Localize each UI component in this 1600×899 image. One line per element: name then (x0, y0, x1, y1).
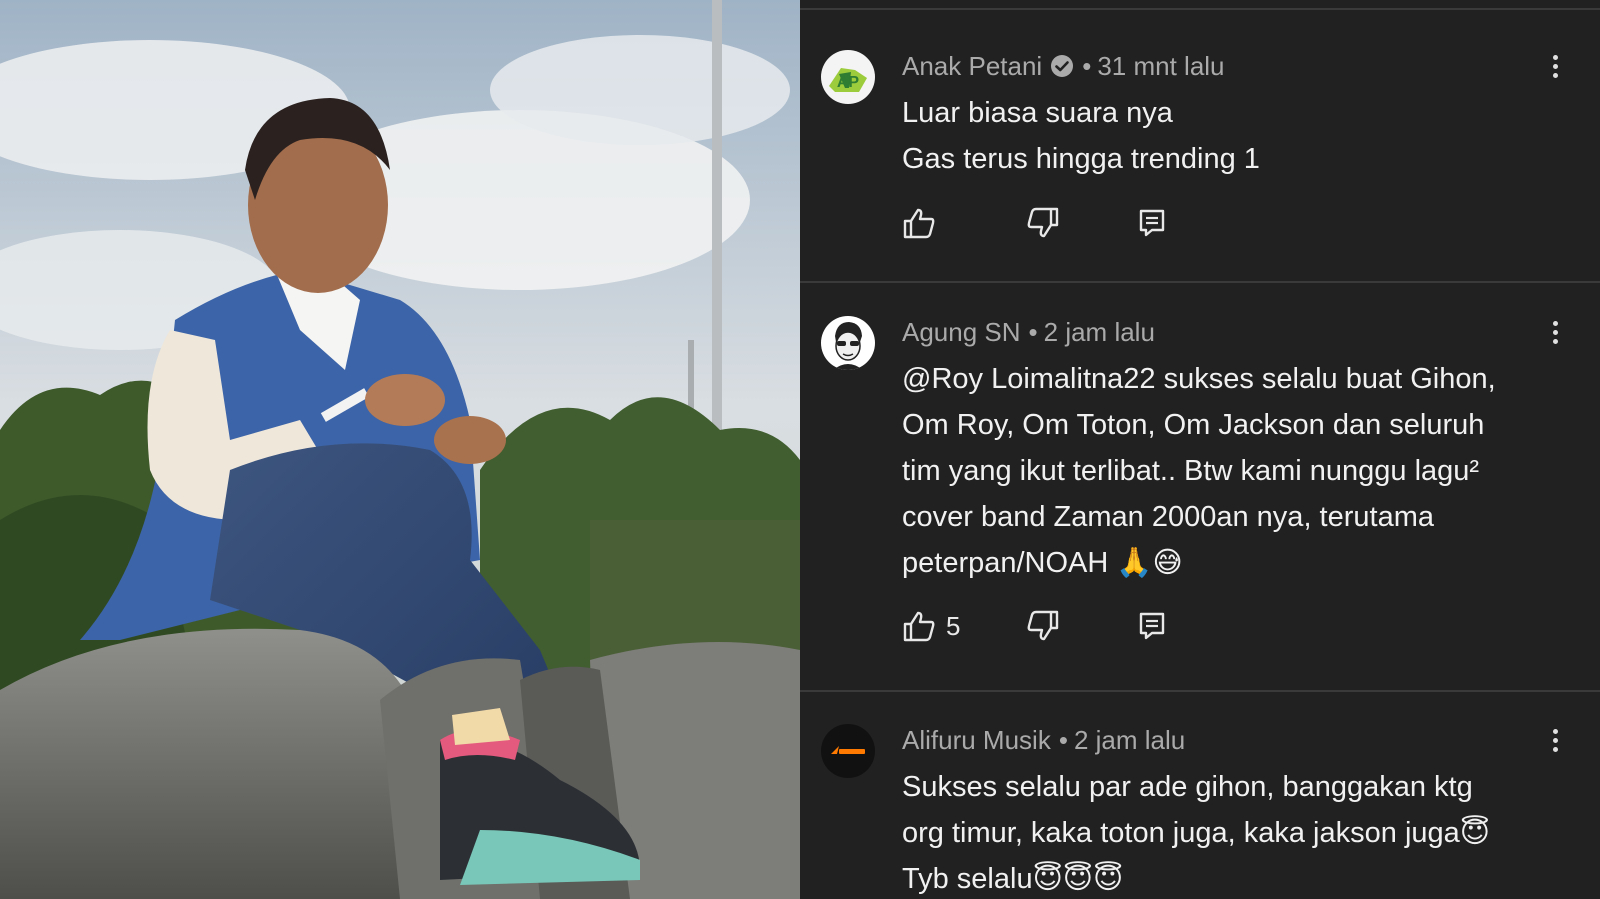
author-name[interactable]: Alifuru Musik (902, 725, 1051, 756)
comment-item: AP Anak Petani • 31 mnt lalu Luar biasa … (800, 40, 1600, 280)
comment-actions (902, 205, 1302, 241)
dislike-button[interactable] (1026, 608, 1060, 644)
like-count: 5 (946, 610, 961, 641)
thumbs-down-icon (1027, 610, 1059, 641)
comment-line: tim yang ikut terlibat.. Btw kami nunggu… (902, 455, 1480, 487)
timestamp[interactable]: 2 jam lalu (1044, 317, 1155, 348)
reply-icon (1139, 209, 1165, 237)
timestamp[interactable]: 31 mnt lalu (1097, 51, 1224, 82)
more-vert-icon[interactable] (1548, 318, 1562, 350)
author-name[interactable]: Agung SN (902, 317, 1021, 348)
separator-dot: • (1028, 316, 1038, 347)
video-still-image (0, 0, 800, 899)
more-vert-icon[interactable] (1548, 52, 1562, 84)
video-frame[interactable] (0, 0, 800, 899)
like-button[interactable] (902, 205, 946, 241)
avatar[interactable] (821, 316, 875, 370)
svg-text:AP: AP (837, 74, 860, 91)
comment-text: Luar biasa suara nya Gas terus hingga tr… (902, 90, 1552, 182)
reply-icon (1139, 612, 1165, 640)
avatar-alifuru-musik-icon (821, 724, 875, 778)
avatar-agung-sn-icon (821, 316, 875, 370)
comment-line: Sukses selalu par ade gihon, banggakan k… (902, 771, 1473, 803)
comment-line: Luar biasa suara nya (902, 97, 1173, 129)
comment-item: Alifuru Musik • 2 jam lalu Sukses selalu… (800, 714, 1600, 899)
separator-dot: • (1082, 50, 1092, 81)
author-name[interactable]: Anak Petani (902, 51, 1042, 82)
reply-button[interactable] (1138, 608, 1166, 644)
thumbs-up-icon (903, 611, 935, 642)
comment-line: Gas terus hingga trending 1 (902, 143, 1260, 175)
comment-line: Tyb selalu😇😇😇 (902, 863, 1124, 895)
thumbs-up-icon (903, 208, 935, 239)
reply-button[interactable] (1138, 205, 1166, 241)
dislike-button[interactable] (1026, 205, 1060, 241)
avatar[interactable] (821, 724, 875, 778)
avatar[interactable]: AP (821, 50, 875, 104)
like-button[interactable]: 5 (902, 608, 960, 644)
timestamp[interactable]: 2 jam lalu (1074, 725, 1185, 756)
comment-divider (800, 281, 1600, 283)
comments-panel: AP Anak Petani • 31 mnt lalu Luar biasa … (800, 0, 1600, 899)
avatar-anak-petani-icon: AP (821, 50, 875, 104)
separator-dot: • (1058, 724, 1068, 755)
more-vert-icon[interactable] (1548, 726, 1562, 758)
top-divider (800, 8, 1600, 10)
comment-line: Om Roy, Om Toton, Om Jackson dan seluruh (902, 409, 1485, 441)
comment-line: org timur, kaka toton juga, kaka jakson … (902, 817, 1491, 849)
comment-line: @Roy Loimalitna22 sukses selalu buat Gih… (902, 363, 1496, 395)
comment-text: @Roy Loimalitna22 sukses selalu buat Gih… (902, 356, 1552, 586)
comment-text: Sukses selalu par ade gihon, banggakan k… (902, 764, 1552, 899)
comment-line: cover band Zaman 2000an nya, terutama (902, 501, 1434, 533)
comment-header: Anak Petani • 31 mnt lalu (902, 50, 1225, 82)
comment-actions: 5 (902, 608, 1302, 644)
comment-item: Agung SN • 2 jam lalu @Roy Loimalitna22 … (800, 306, 1600, 686)
comment-divider (800, 690, 1600, 692)
comment-line: peterpan/NOAH 🙏😅 (902, 547, 1183, 579)
screen: AP Anak Petani • 31 mnt lalu Luar biasa … (0, 0, 1600, 899)
comment-header: Alifuru Musik • 2 jam lalu (902, 724, 1185, 756)
comment-header: Agung SN • 2 jam lalu (902, 316, 1155, 348)
verified-check-icon (1050, 54, 1074, 78)
thumbs-down-icon (1027, 207, 1059, 238)
